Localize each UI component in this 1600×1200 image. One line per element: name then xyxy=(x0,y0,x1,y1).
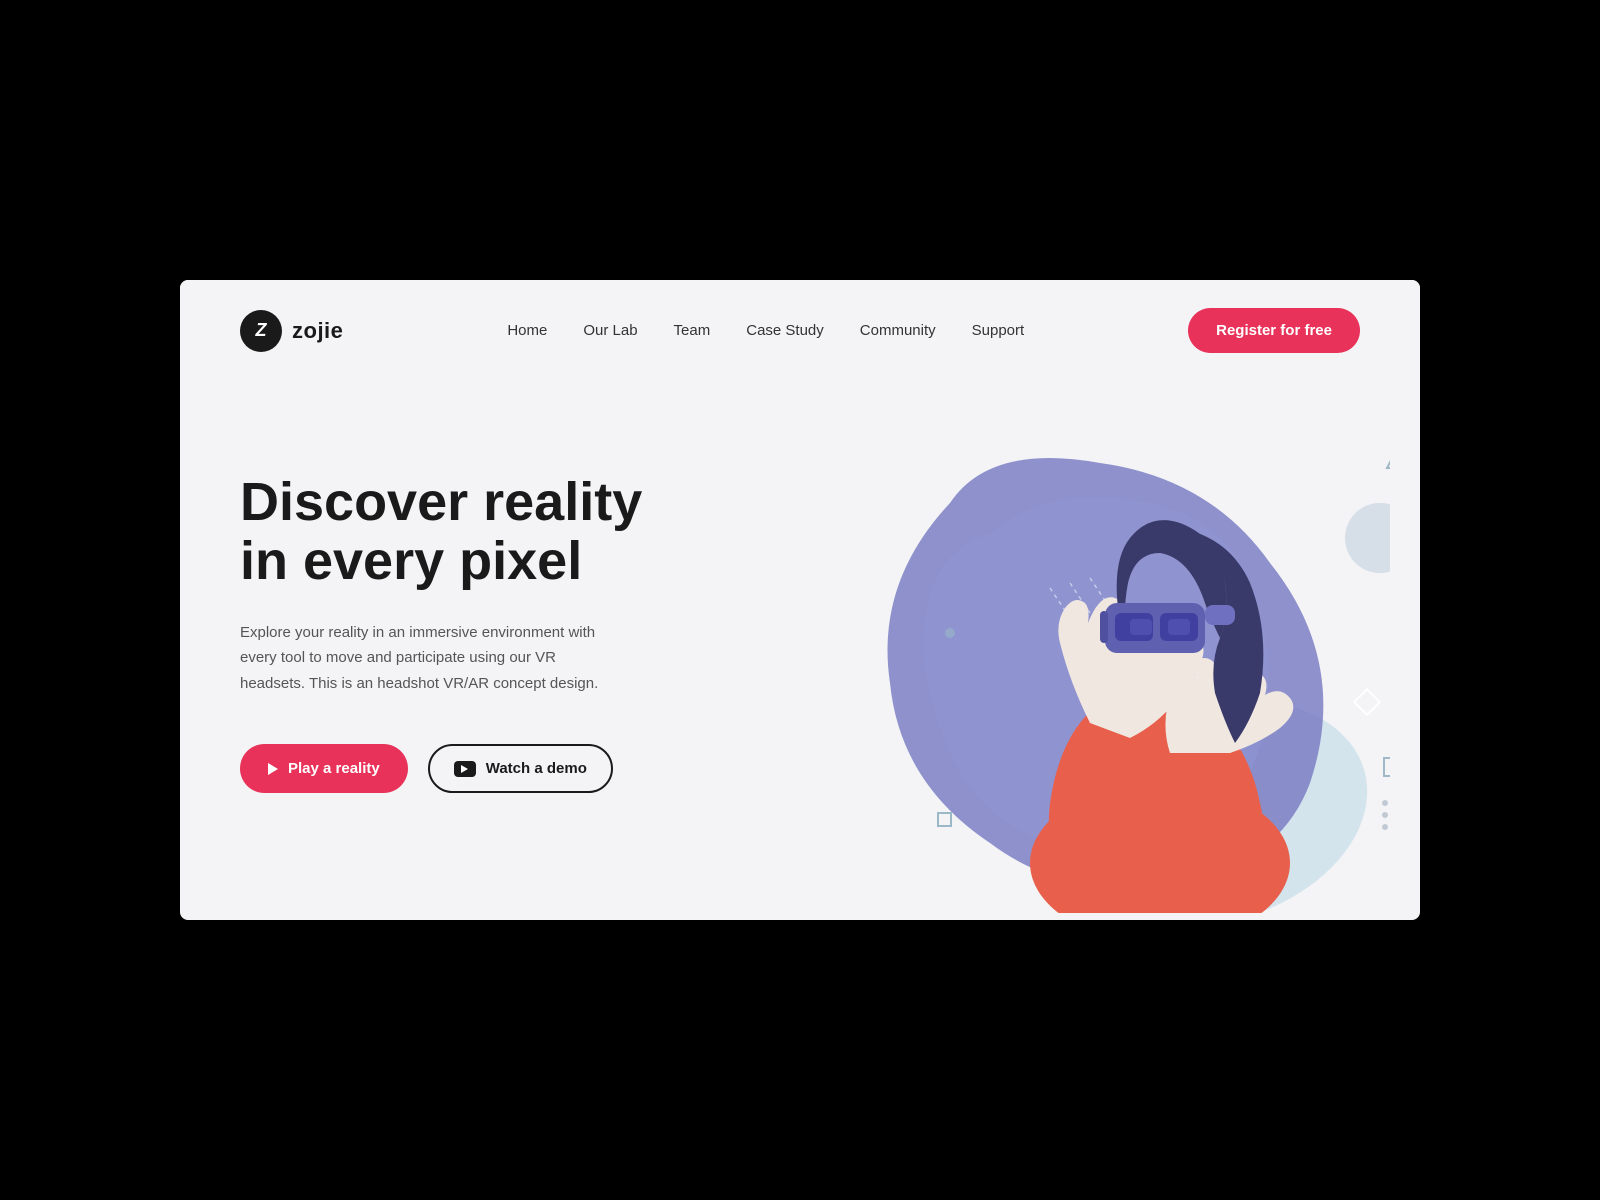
play-reality-button[interactable]: Play a reality xyxy=(240,744,408,793)
nav-item-ourlab[interactable]: Our Lab xyxy=(583,322,637,340)
browser-window: Z zojie Home Our Lab Team Case Study Com… xyxy=(180,280,1420,920)
nav-item-casestudy[interactable]: Case Study xyxy=(746,322,824,340)
hero-title: Discover reality in every pixel xyxy=(240,473,642,592)
hero-section: Discover reality in every pixel Explore … xyxy=(180,373,1420,913)
hero-description: Explore your reality in an immersive env… xyxy=(240,620,620,697)
nav-links: Home Our Lab Team Case Study Community S… xyxy=(507,322,1024,340)
register-button[interactable]: Register for free xyxy=(1188,308,1360,353)
nav-item-home[interactable]: Home xyxy=(507,322,547,340)
hero-buttons: Play a reality Watch a demo xyxy=(240,744,642,793)
play-icon xyxy=(268,763,278,775)
nav-item-support[interactable]: Support xyxy=(972,322,1025,340)
navbar: Z zojie Home Our Lab Team Case Study Com… xyxy=(180,280,1420,373)
hero-content: Discover reality in every pixel Explore … xyxy=(240,473,642,793)
youtube-icon xyxy=(454,761,476,777)
watch-demo-button[interactable]: Watch a demo xyxy=(428,744,613,793)
nav-item-community[interactable]: Community xyxy=(860,322,936,340)
nav-item-team[interactable]: Team xyxy=(674,322,711,340)
logo-text: zojie xyxy=(292,318,343,344)
logo-area: Z zojie xyxy=(240,310,343,352)
hero-illustration xyxy=(790,383,1390,913)
logo-icon: Z xyxy=(240,310,282,352)
